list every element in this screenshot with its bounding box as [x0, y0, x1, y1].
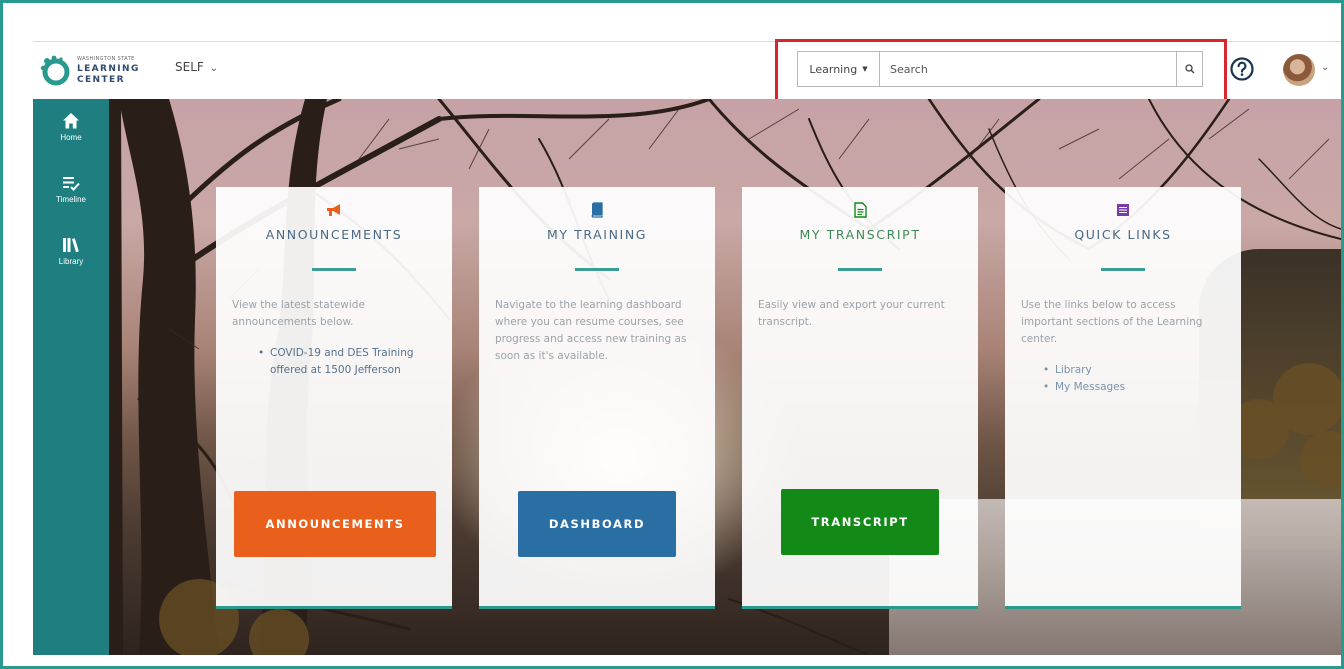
library-icon	[63, 238, 79, 253]
help-icon[interactable]	[1229, 56, 1255, 82]
card-title: MY TRAINING	[546, 227, 648, 242]
chevron-down-icon: ⌄	[209, 63, 219, 74]
top-header: WASHINGTON STATE LEARNING CENTER SELF ⌄ L…	[33, 39, 1341, 105]
sidebar-item-library[interactable]: Library	[33, 235, 109, 291]
my-training-card: MY TRAINING Navigate to the learning das…	[479, 187, 715, 609]
sidebar-item-label: Library	[58, 257, 84, 266]
avatar-chevron-down-icon[interactable]: ⌄	[1321, 62, 1329, 73]
quick-link-my-messages[interactable]: My Messages	[1043, 379, 1241, 396]
context-menu-button[interactable]: SELF ⌄	[175, 60, 218, 74]
search-scope-label: Learning	[809, 62, 858, 76]
card-divider	[1101, 268, 1145, 271]
context-menu-label: SELF	[175, 60, 204, 74]
search-icon	[1184, 64, 1194, 74]
card-title: ANNOUNCEMENTS	[265, 227, 403, 242]
card-title: QUICK LINKS	[1074, 227, 1172, 242]
megaphone-icon	[327, 204, 340, 216]
announcements-button[interactable]: ANNOUNCEMENTS	[234, 491, 436, 557]
sidebar-item-home[interactable]: Home	[33, 111, 109, 167]
app-frame: WASHINGTON STATE LEARNING CENTER SELF ⌄ L…	[0, 0, 1344, 669]
announcements-card: ANNOUNCEMENTS View the latest statewide …	[216, 187, 452, 609]
caret-down-icon: ▼	[862, 65, 868, 73]
book-icon	[591, 202, 603, 218]
card-title: MY TRANSCRIPT	[799, 227, 921, 242]
logo-mark-icon	[40, 55, 70, 86]
user-avatar[interactable]	[1283, 54, 1315, 86]
logo-small-text: WASHINGTON STATE	[77, 56, 135, 62]
card-description: View the latest statewide announcements …	[232, 299, 365, 328]
home-icon	[63, 113, 79, 129]
search-scope-dropdown[interactable]: Learning ▼	[798, 52, 880, 86]
timeline-icon	[63, 177, 80, 191]
sidebar-item-label: Timeline	[56, 195, 86, 204]
search-bar: Learning ▼	[797, 51, 1203, 87]
sidebar-item-label: Home	[60, 133, 82, 142]
card-divider	[575, 268, 619, 271]
card-description: Use the links below to access important …	[1021, 299, 1203, 345]
logo-line-1: LEARNING	[77, 64, 140, 74]
transcript-button[interactable]: TRANSCRIPT	[781, 489, 939, 555]
quick-link-library[interactable]: Library	[1043, 362, 1241, 379]
logo-line-2: CENTER	[77, 75, 125, 85]
learning-center-logo[interactable]: WASHINGTON STATE LEARNING CENTER	[39, 50, 149, 90]
card-description: Navigate to the learning dashboard where…	[495, 299, 687, 362]
search-input[interactable]	[880, 52, 1176, 86]
quick-links-card: QUICK LINKS Use the links below to acces…	[1005, 187, 1241, 609]
announcement-link[interactable]: COVID-19 and DES Training offered at 150…	[258, 345, 452, 379]
sidebar-item-timeline[interactable]: Timeline	[33, 173, 109, 229]
left-sidebar: Home Timeline Library	[33, 99, 109, 655]
card-divider	[838, 268, 882, 271]
card-description: Easily view and export your current tran…	[758, 299, 945, 328]
dashboard-button[interactable]: DASHBOARD	[518, 491, 676, 557]
search-button[interactable]	[1176, 52, 1202, 86]
card-divider	[312, 268, 356, 271]
my-transcript-card: MY TRANSCRIPT Easily view and export you…	[742, 187, 978, 609]
document-icon	[853, 202, 867, 218]
list-icon	[1117, 204, 1129, 216]
